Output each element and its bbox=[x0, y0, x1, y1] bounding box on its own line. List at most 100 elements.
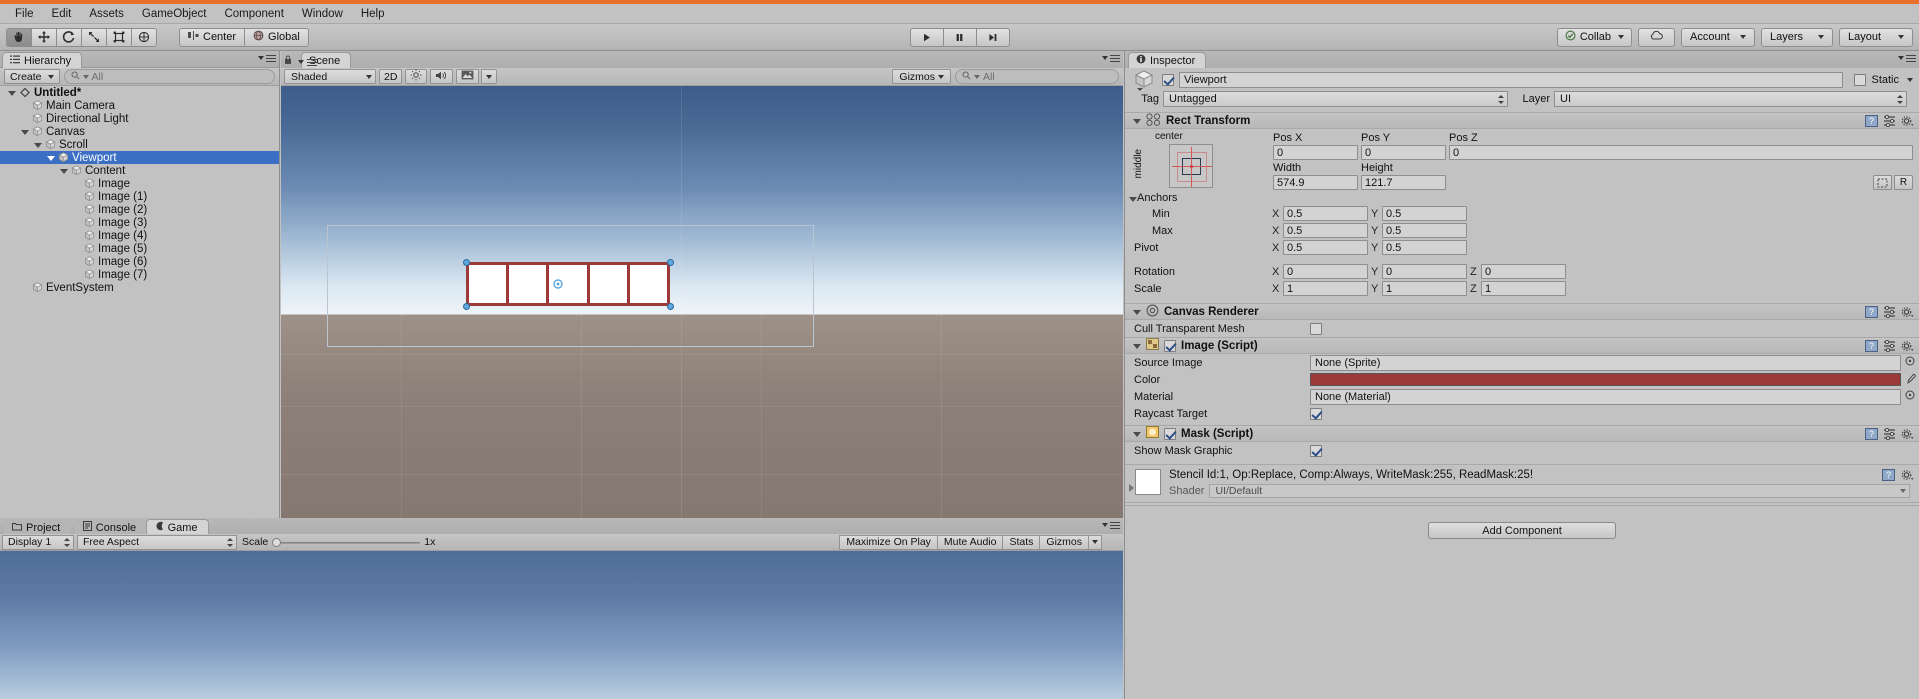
hierarchy-item-image-1[interactable]: Image (1) bbox=[0, 190, 279, 203]
pivot-gizmo[interactable] bbox=[550, 276, 566, 292]
menu-item-file[interactable]: File bbox=[6, 6, 43, 22]
gear-icon[interactable] bbox=[1901, 115, 1914, 127]
gizmos-button[interactable]: Gizmos bbox=[892, 69, 951, 84]
canvas-renderer-header[interactable]: Canvas Renderer ? bbox=[1125, 303, 1919, 320]
hierarchy-item-scroll[interactable]: Scroll bbox=[0, 138, 279, 151]
rotation-x-input[interactable]: 0 bbox=[1283, 264, 1368, 279]
aspect-dropdown[interactable]: Free Aspect bbox=[77, 534, 237, 550]
cloud-button[interactable] bbox=[1638, 27, 1675, 47]
display-dropdown[interactable]: Display 1 bbox=[2, 534, 74, 550]
step-button[interactable] bbox=[975, 27, 1010, 47]
scene-audio-button[interactable] bbox=[430, 69, 454, 84]
stats-button[interactable]: Stats bbox=[1002, 534, 1041, 550]
eyedropper-icon[interactable] bbox=[1901, 373, 1919, 387]
gear-icon[interactable] bbox=[1901, 340, 1914, 352]
menu-item-gameobject[interactable]: GameObject bbox=[133, 6, 216, 22]
hierarchy-item-eventsystem[interactable]: EventSystem bbox=[0, 281, 279, 294]
preset-icon[interactable] bbox=[1883, 114, 1896, 127]
help-icon[interactable]: ? bbox=[1865, 305, 1878, 318]
scale-y-input[interactable]: 1 bbox=[1382, 281, 1467, 296]
draw-mode-dropdown[interactable]: Shaded bbox=[284, 69, 376, 84]
play-button[interactable] bbox=[909, 27, 944, 47]
menu-item-edit[interactable]: Edit bbox=[43, 6, 81, 22]
source-image-field[interactable]: None (Sprite) bbox=[1310, 354, 1901, 371]
toggle-2d-button[interactable]: 2D bbox=[379, 69, 403, 84]
tab-game[interactable]: Game bbox=[145, 519, 209, 535]
layout-button[interactable]: Layout bbox=[1839, 27, 1913, 47]
chevron-down-icon[interactable] bbox=[1907, 77, 1913, 82]
menu-item-component[interactable]: Component bbox=[215, 6, 292, 22]
collapse-triangle-icon[interactable] bbox=[1132, 429, 1141, 438]
menu-item-assets[interactable]: Assets bbox=[80, 6, 133, 22]
anchor-min-y-input[interactable]: 0.5 bbox=[1382, 206, 1467, 221]
hierarchy-search-input[interactable]: All bbox=[63, 69, 275, 84]
hierarchy-item-main-camera[interactable]: Main Camera bbox=[0, 99, 279, 112]
resize-handle-bl[interactable] bbox=[463, 303, 470, 310]
scene-viewport[interactable] bbox=[281, 86, 1123, 518]
rect-transform-header[interactable]: Rect Transform ? bbox=[1125, 112, 1919, 129]
hierarchy-item-canvas[interactable]: Canvas bbox=[0, 125, 279, 138]
pause-button[interactable] bbox=[942, 27, 977, 47]
tab-hierarchy[interactable]: Hierarchy bbox=[2, 52, 83, 68]
create-button[interactable]: Create bbox=[4, 69, 60, 84]
color-swatch[interactable] bbox=[1310, 373, 1901, 386]
image-script-enabled-checkbox[interactable] bbox=[1164, 339, 1176, 352]
raw-edit-button[interactable]: R bbox=[1894, 175, 1913, 190]
hierarchy-item-image-4[interactable]: Image (4) bbox=[0, 229, 279, 242]
pivot-mode-button[interactable]: Center bbox=[179, 27, 246, 47]
transform-tool-button[interactable] bbox=[131, 27, 157, 47]
scene-menu-icon[interactable] bbox=[307, 58, 317, 66]
slider-knob[interactable] bbox=[272, 537, 282, 547]
anchor-max-y-input[interactable]: 0.5 bbox=[1382, 223, 1467, 238]
gear-icon[interactable] bbox=[1901, 469, 1914, 481]
cull-transparent-mesh-checkbox[interactable] bbox=[1310, 322, 1322, 335]
anchor-max-x-input[interactable]: 0.5 bbox=[1283, 223, 1368, 238]
resize-handle-tr[interactable] bbox=[667, 259, 674, 266]
scene-tab-menu[interactable] bbox=[1099, 54, 1120, 62]
hierarchy-item-untitled[interactable]: Untitled* bbox=[0, 86, 279, 99]
hierarchy-item-image[interactable]: Image bbox=[0, 177, 279, 190]
pos-x-input[interactable]: 0 bbox=[1273, 145, 1358, 160]
scene-search-input[interactable]: All bbox=[955, 69, 1119, 84]
layer-dropdown[interactable]: UI bbox=[1554, 91, 1907, 107]
rect-tool-button[interactable] bbox=[106, 27, 132, 47]
maximize-on-play-button[interactable]: Maximize On Play bbox=[839, 534, 938, 550]
preset-icon[interactable] bbox=[1883, 427, 1896, 440]
expand-triangle-icon[interactable] bbox=[59, 166, 68, 175]
shader-dropdown[interactable]: UI/Default bbox=[1209, 484, 1910, 498]
menu-item-help[interactable]: Help bbox=[352, 6, 394, 22]
scale-z-input[interactable]: 1 bbox=[1481, 281, 1566, 296]
scene-fx-dropdown[interactable] bbox=[481, 69, 498, 84]
inspector-tab-menu[interactable] bbox=[1895, 54, 1916, 62]
hierarchy-item-image-7[interactable]: Image (7) bbox=[0, 268, 279, 281]
raycast-target-checkbox[interactable] bbox=[1310, 407, 1322, 420]
static-checkbox[interactable] bbox=[1854, 73, 1867, 86]
help-icon[interactable]: ? bbox=[1882, 469, 1895, 481]
object-enabled-checkbox[interactable] bbox=[1162, 73, 1174, 86]
gear-icon[interactable] bbox=[1901, 306, 1914, 318]
scale-tool-button[interactable] bbox=[81, 27, 107, 47]
anchor-preset-widget[interactable]: center middle bbox=[1125, 131, 1273, 191]
material-preview-thumbnail[interactable] bbox=[1135, 469, 1161, 495]
game-gizmos-button[interactable]: Gizmos bbox=[1039, 534, 1089, 550]
lock-icon[interactable] bbox=[284, 55, 292, 68]
hierarchy-item-viewport[interactable]: Viewport bbox=[0, 151, 279, 164]
game-gizmos-dropdown[interactable] bbox=[1088, 534, 1102, 550]
preset-icon[interactable] bbox=[1883, 305, 1896, 318]
help-icon[interactable]: ? bbox=[1865, 427, 1878, 440]
pivot-rotation-button[interactable]: Global bbox=[244, 27, 309, 47]
bottom-tab-menu[interactable] bbox=[1099, 521, 1120, 529]
hierarchy-item-image-3[interactable]: Image (3) bbox=[0, 216, 279, 229]
scale-x-input[interactable]: 1 bbox=[1283, 281, 1368, 296]
rotation-y-input[interactable]: 0 bbox=[1382, 264, 1467, 279]
collapse-triangle-icon[interactable] bbox=[1132, 307, 1141, 316]
hierarchy-item-image-5[interactable]: Image (5) bbox=[0, 242, 279, 255]
show-mask-graphic-checkbox[interactable] bbox=[1310, 444, 1322, 457]
rotation-z-input[interactable]: 0 bbox=[1481, 264, 1566, 279]
selected-ui-image-object[interactable] bbox=[466, 262, 670, 306]
blueprint-mode-button[interactable] bbox=[1873, 175, 1892, 190]
scene-lighting-button[interactable] bbox=[405, 69, 428, 84]
tab-project[interactable]: Project bbox=[4, 519, 72, 535]
expand-triangle-icon[interactable] bbox=[7, 88, 16, 97]
scale-slider[interactable] bbox=[272, 537, 421, 548]
